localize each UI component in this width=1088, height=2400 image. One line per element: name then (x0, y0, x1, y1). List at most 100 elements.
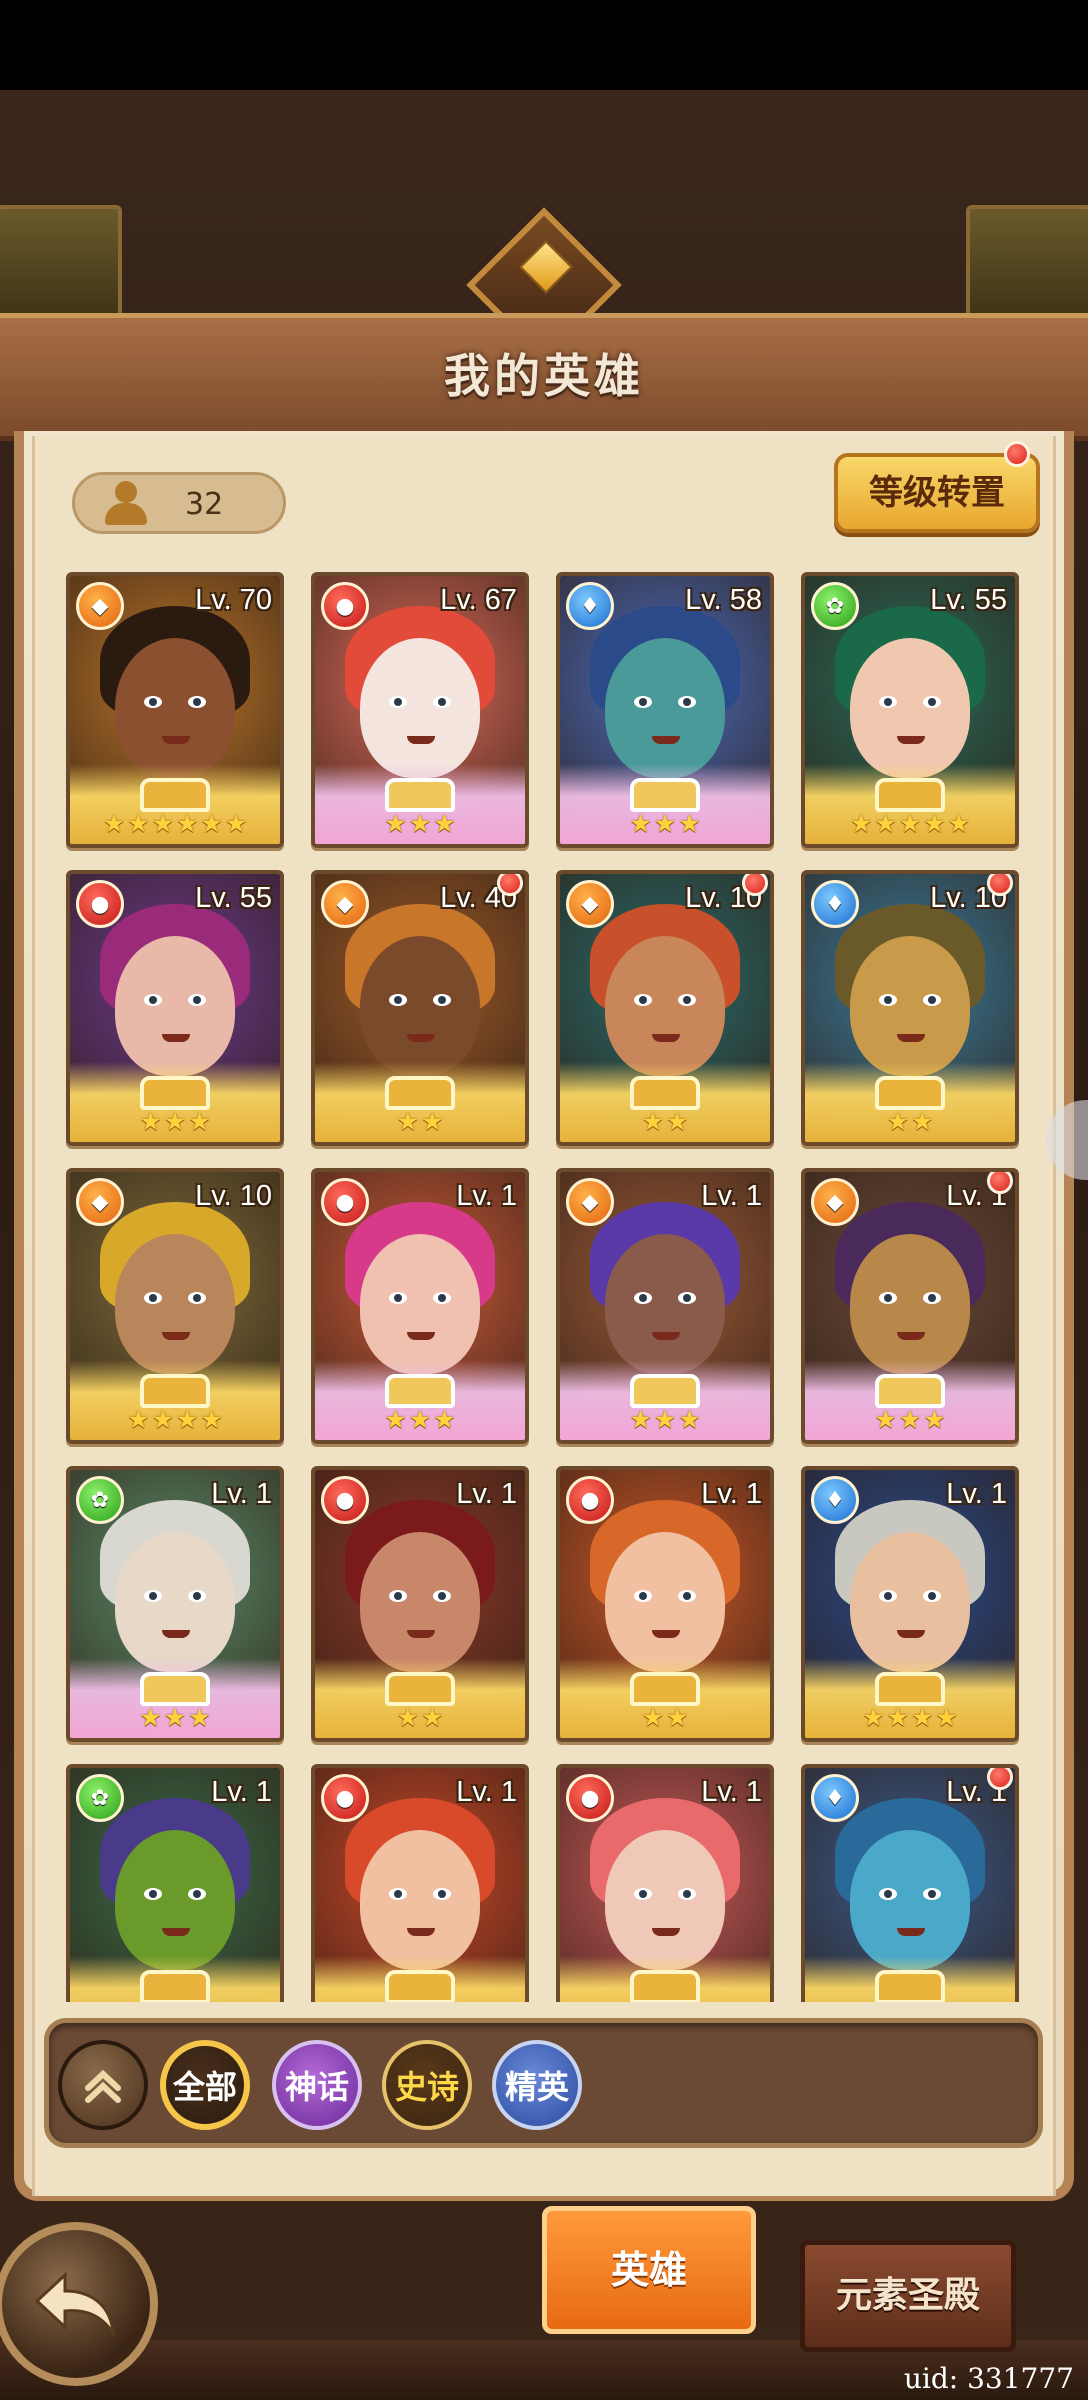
rarity-emblem-icon (385, 1672, 455, 1706)
blood-element-icon: ● (321, 582, 369, 630)
star-icon: ★ (666, 1703, 689, 1732)
filter-elite-button[interactable]: 精英 (492, 2040, 582, 2130)
rarity-emblem-icon (140, 1672, 210, 1706)
left-pillar-decoration (0, 205, 122, 323)
water-element-icon: ♦ (566, 582, 614, 630)
star-icon: ★ (678, 1405, 701, 1434)
star-icon: ★ (629, 809, 652, 838)
hero-card[interactable]: ◆ Lv. 10 ★★★★ (66, 1168, 284, 1444)
star-icon: ★ (163, 1703, 187, 1732)
hero-card[interactable]: ♦ Lv. 58 ★★★ (556, 572, 774, 848)
hero-stars: ★★★★★ (805, 811, 1015, 840)
blood-element-icon: ● (566, 1476, 614, 1524)
notification-dot (987, 1768, 1013, 1790)
star-icon: ★ (139, 1107, 162, 1136)
hero-stars: ★★★★ (805, 1705, 1015, 1734)
hero-level: Lv. 55 (195, 882, 272, 914)
rarity-emblem-icon (875, 778, 945, 812)
fire-element-icon: ◆ (566, 880, 614, 928)
hero-level: Lv. 67 (440, 584, 517, 616)
hero-card[interactable]: ◆ Lv. 1 ★★★ (556, 1168, 774, 1444)
hero-stars: ★★ (315, 1705, 525, 1734)
star-icon: ★ (923, 809, 946, 838)
level-reset-notification-dot (1004, 441, 1030, 467)
star-icon: ★ (641, 1107, 664, 1136)
star-icon: ★ (898, 1405, 922, 1434)
rarity-emblem-icon (630, 1076, 700, 1110)
hero-card[interactable]: ● Lv. 1 (556, 1764, 774, 2002)
hero-card[interactable]: ♦ Lv. 1 ★★★★ (801, 1466, 1019, 1742)
hero-card[interactable]: ♦ Lv. 1 (801, 1764, 1019, 2002)
hero-stars: ★★★★★★ (70, 811, 280, 840)
hero-card[interactable]: ✿ Lv. 1 ★★★ (66, 1466, 284, 1742)
star-icon: ★ (935, 1703, 958, 1732)
double-chevron-up-icon[interactable] (58, 2040, 148, 2130)
rarity-emblem-icon (630, 1374, 700, 1408)
hero-card[interactable]: ● Lv. 1 ★★★ (311, 1168, 529, 1444)
notification-dot (742, 874, 768, 896)
filter-myth-button[interactable]: 神话 (272, 2040, 362, 2130)
page-title: 我的英雄 (444, 349, 644, 403)
hero-card[interactable]: ● Lv. 1 ★★ (556, 1466, 774, 1742)
star-icon: ★ (886, 1703, 909, 1732)
rarity-emblem-icon (140, 1970, 210, 2002)
star-icon: ★ (421, 1107, 444, 1136)
star-icon: ★ (408, 809, 432, 838)
hero-card[interactable]: ✿ Lv. 1 (66, 1764, 284, 2002)
star-icon: ★ (849, 809, 873, 838)
tab-element-temple[interactable]: 元素圣殿 (800, 2240, 1016, 2352)
hero-card[interactable]: ◆ Lv. 70 ★★★★★★ (66, 572, 284, 848)
blood-element-icon: ● (566, 1774, 614, 1822)
filter-all-button[interactable]: 全部 (160, 2040, 250, 2130)
hero-stars: ★★ (805, 1109, 1015, 1138)
star-icon: ★ (653, 809, 677, 838)
hero-card[interactable]: ● Lv. 67 ★★★ (311, 572, 529, 848)
fire-element-icon: ◆ (321, 880, 369, 928)
hero-level: Lv. 58 (685, 584, 762, 616)
fire-element-icon: ◆ (566, 1178, 614, 1226)
star-icon: ★ (886, 1107, 909, 1136)
hero-card[interactable]: ◆ Lv. 10 ★★ (556, 870, 774, 1146)
back-button[interactable] (0, 2222, 158, 2386)
hero-level: Lv. 1 (701, 1478, 762, 1510)
rarity-emblem-icon (385, 1970, 455, 2002)
hero-card[interactable]: ● Lv. 1 ★★ (311, 1466, 529, 1742)
rarity-emblem-icon (875, 1374, 945, 1408)
rarity-emblem-icon (385, 778, 455, 812)
water-element-icon: ♦ (811, 1476, 859, 1524)
hero-card[interactable]: ✿ Lv. 55 ★★★★★ (801, 572, 1019, 848)
rarity-emblem-icon (385, 1076, 455, 1110)
hero-level: Lv. 70 (195, 584, 272, 616)
star-icon: ★ (200, 1405, 223, 1434)
star-icon: ★ (188, 1703, 211, 1732)
hero-card[interactable]: ● Lv. 55 ★★★ (66, 870, 284, 1146)
hero-level: Lv. 1 (701, 1180, 762, 1212)
blood-element-icon: ● (321, 1178, 369, 1226)
hero-card[interactable]: ♦ Lv. 10 ★★ (801, 870, 1019, 1146)
hero-card[interactable]: ◆ Lv. 40 ★★ (311, 870, 529, 1146)
star-icon: ★ (911, 1107, 934, 1136)
hero-level: Lv. 10 (195, 1180, 272, 1212)
tab-hero[interactable]: 英雄 (542, 2206, 756, 2334)
right-pillar-decoration (966, 205, 1088, 323)
hero-card[interactable]: ● Lv. 1 (311, 1764, 529, 2002)
notification-dot (987, 874, 1013, 896)
wind-element-icon: ✿ (76, 1774, 124, 1822)
star-icon: ★ (224, 809, 248, 838)
user-id-label: uid: 331777 (903, 2362, 1074, 2395)
fire-element-icon: ◆ (76, 582, 124, 630)
blood-element-icon: ● (321, 1476, 369, 1524)
star-icon: ★ (151, 1405, 174, 1434)
filter-epic-button[interactable]: 史诗 (382, 2040, 472, 2130)
fire-element-icon: ◆ (811, 1178, 859, 1226)
star-icon: ★ (127, 809, 150, 838)
hero-stars: ★★★ (70, 1109, 280, 1138)
star-icon: ★ (923, 1405, 946, 1434)
rarity-emblem-icon (385, 1374, 455, 1408)
star-icon: ★ (139, 1703, 162, 1732)
star-icon: ★ (384, 809, 407, 838)
star-icon: ★ (911, 1703, 934, 1732)
hero-card[interactable]: ◆ Lv. 1 ★★★ (801, 1168, 1019, 1444)
wind-element-icon: ✿ (811, 582, 859, 630)
hero-level: Lv. 1 (946, 1478, 1007, 1510)
